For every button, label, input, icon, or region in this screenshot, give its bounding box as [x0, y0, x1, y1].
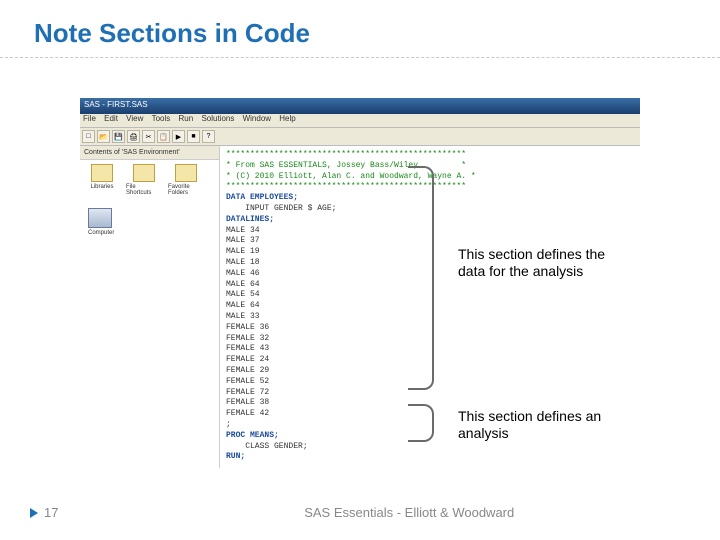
tool-run-icon[interactable]: ▶: [172, 130, 185, 143]
tool-new-icon[interactable]: □: [82, 130, 95, 143]
folder-icon: [175, 164, 197, 182]
folder-icon: [91, 164, 113, 182]
window-titlebar: SAS - FIRST.SAS: [80, 98, 640, 114]
computer-item[interactable]: Computer: [80, 200, 219, 236]
menu-tools[interactable]: Tools: [152, 114, 171, 123]
comment-line: ****************************************…: [226, 150, 634, 161]
computer-icon: [88, 208, 112, 228]
menu-view[interactable]: View: [126, 114, 143, 123]
footer: 17 SAS Essentials - Elliott & Woodward: [0, 505, 720, 520]
tool-cut-icon[interactable]: ✂: [142, 130, 155, 143]
tool-open-icon[interactable]: 📂: [97, 130, 110, 143]
footer-text: SAS Essentials - Elliott & Woodward: [58, 505, 720, 520]
menu-help[interactable]: Help: [279, 114, 295, 123]
menubar: File Edit View Tools Run Solutions Windo…: [80, 114, 640, 128]
menu-window[interactable]: Window: [243, 114, 271, 123]
bracket-data-section: [408, 166, 434, 390]
explorer-panel: Contents of 'SAS Environment' Libraries …: [80, 146, 220, 468]
folder-icon: [133, 164, 155, 182]
explorer-header: Contents of 'SAS Environment': [80, 146, 219, 160]
tool-help-icon[interactable]: ?: [202, 130, 215, 143]
annotation-analysis: This section defines an analysis: [458, 408, 618, 442]
tool-save-icon[interactable]: 💾: [112, 130, 125, 143]
page-number: 17: [44, 505, 58, 520]
favorite-folders-item[interactable]: Favorite Folders: [168, 164, 204, 196]
bullet-icon: [30, 508, 38, 518]
menu-run[interactable]: Run: [179, 114, 194, 123]
bracket-analysis-section: [408, 404, 434, 442]
run-statement: RUN;: [226, 452, 634, 463]
tool-stop-icon[interactable]: ■: [187, 130, 200, 143]
menu-solutions[interactable]: Solutions: [201, 114, 234, 123]
toolbar: □ 📂 💾 🖨 ✂ 📋 ▶ ■ ?: [80, 128, 640, 146]
class-statement: CLASS GENDER;: [226, 442, 634, 453]
libraries-item[interactable]: Libraries: [84, 164, 120, 196]
tool-copy-icon[interactable]: 📋: [157, 130, 170, 143]
slide-title: Note Sections in Code: [0, 0, 720, 58]
tool-print-icon[interactable]: 🖨: [127, 130, 140, 143]
data-row: FEMALE 72: [226, 388, 634, 399]
menu-edit[interactable]: Edit: [104, 114, 118, 123]
file-shortcuts-item[interactable]: File Shortcuts: [126, 164, 162, 196]
menu-file[interactable]: File: [83, 114, 96, 123]
annotation-data: This section defines the data for the an…: [458, 246, 618, 280]
